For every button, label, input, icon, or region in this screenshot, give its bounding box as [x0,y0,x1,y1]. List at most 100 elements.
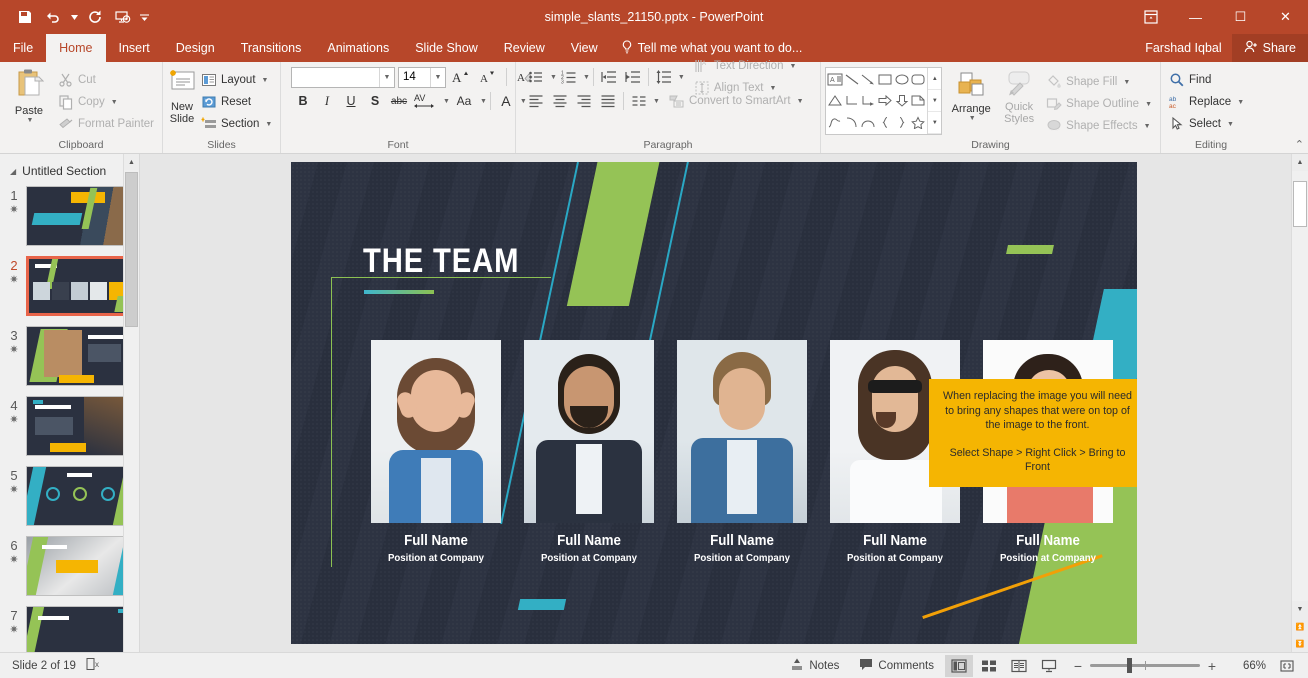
character-spacing-button[interactable]: AV [411,90,441,112]
previous-slide-icon[interactable]: ⏫ [1292,618,1308,635]
section-header[interactable]: ◢ Untitled Section [0,160,139,186]
copy-button[interactable]: Copy ▼ [54,91,158,113]
section-collapse-icon[interactable]: ◢ [10,167,16,176]
tab-home[interactable]: Home [46,34,106,62]
thumbnails-scroll-thumb[interactable] [125,172,138,327]
strikethrough-button[interactable]: abc [387,90,411,112]
shape-rounded-rectangle[interactable] [910,69,927,90]
section-button[interactable]: Section ▼ [197,113,276,135]
shape-effects-dropdown-icon[interactable]: ▼ [1144,123,1151,130]
bullets-dropdown-icon[interactable]: ▼ [550,74,557,81]
align-center-button[interactable] [548,90,572,112]
thumbnail-slide-1[interactable]: 1 ✷ [0,186,139,256]
paste-dropdown-icon[interactable]: ▼ [27,117,34,124]
comments-button[interactable]: Comments [849,655,944,677]
member-photo[interactable] [370,340,501,523]
font-color-button[interactable]: A [494,90,518,112]
zoom-out-button[interactable]: − [1072,658,1084,674]
notes-button[interactable]: Notes [780,655,849,677]
undo-dropdown-icon[interactable] [68,5,80,29]
columns-dropdown-icon[interactable]: ▼ [653,98,660,105]
convert-to-smartart-button[interactable]: Convert to SmartArt ▼ [665,90,808,112]
save-icon[interactable] [12,5,38,29]
shape-fill-button[interactable]: Shape Fill ▼ [1042,71,1156,93]
italic-button[interactable]: I [315,90,339,112]
shape-outline-button[interactable]: Shape Outline ▼ [1042,93,1156,115]
reading-view-button[interactable] [1005,655,1033,677]
slide-show-view-button[interactable] [1035,655,1063,677]
section-dropdown-icon[interactable]: ▼ [265,121,272,128]
shape-left-brace[interactable] [877,112,894,133]
shape-outline-dropdown-icon[interactable]: ▼ [1145,101,1152,108]
format-painter-button[interactable]: Format Painter [54,113,158,135]
tab-animations[interactable]: Animations [314,34,402,62]
replace-button[interactable]: ab ac Replace ▼ [1165,91,1248,113]
text-direction-dropdown-icon[interactable]: ▼ [789,63,796,70]
zoom-level[interactable]: 66% [1226,660,1266,672]
font-size-dropdown-icon[interactable]: ▼ [430,67,445,87]
shape-down-arrow[interactable] [893,90,910,111]
shape-rectangle[interactable] [877,69,894,90]
shape-oval[interactable] [893,69,910,90]
restore-button[interactable]: ☐ [1218,0,1263,34]
new-slide-button[interactable]: New Slide [167,65,197,125]
font-name-input[interactable]: ▼ [291,66,395,88]
bullets-button[interactable] [524,66,548,88]
shape-star[interactable] [910,112,927,133]
thumbnail-slide-3[interactable]: 3 ✷ [0,326,139,396]
start-presentation-icon[interactable] [110,5,136,29]
zoom-handle[interactable] [1127,658,1133,673]
scroll-up-icon[interactable]: ▲ [1292,154,1308,171]
shapes-scroll-up-icon[interactable]: ▲ [928,68,942,90]
shape-effects-button[interactable]: Shape Effects ▼ [1042,115,1156,137]
tab-slide-show[interactable]: Slide Show [402,34,491,62]
slide-counter[interactable]: Slide 2 of 19 [12,660,76,672]
shape-arc[interactable] [844,112,861,133]
redo-icon[interactable] [82,5,108,29]
tab-insert[interactable]: Insert [106,34,163,62]
line-spacing-dropdown-icon[interactable]: ▼ [678,74,685,81]
quick-styles-button[interactable]: Quick Styles [996,67,1042,125]
tab-file[interactable]: File [0,34,46,62]
justify-button[interactable] [596,90,620,112]
scroll-thumb[interactable] [1293,181,1307,227]
collapse-ribbon-icon[interactable]: ⌃ [1295,138,1304,151]
shape-text-box[interactable]: A [827,69,844,90]
scroll-track[interactable] [1292,171,1308,601]
thumbnail-slide-2[interactable]: 2 ✷ [0,256,139,326]
shapes-gallery-scrollbar[interactable]: ▲ ▼ ▼ [927,68,942,134]
tab-view[interactable]: View [558,34,611,62]
underline-button[interactable]: U [339,90,363,112]
increase-indent-button[interactable] [621,66,645,88]
copy-dropdown-icon[interactable]: ▼ [111,99,118,106]
shape-elbow-arrow-connector[interactable] [860,90,877,111]
decrease-font-size-button[interactable]: A [476,66,500,88]
select-dropdown-icon[interactable]: ▼ [1227,121,1234,128]
shape-folded-corner[interactable] [910,90,927,111]
shape-fill-dropdown-icon[interactable]: ▼ [1123,79,1130,86]
reset-button[interactable]: Reset [197,91,276,113]
shape-triangle[interactable] [827,90,844,111]
customize-qat-icon[interactable] [138,5,150,29]
tab-transitions[interactable]: Transitions [228,34,315,62]
shape-curve[interactable] [860,112,877,133]
slide-thumbnails-pane[interactable]: ◢ Untitled Section 1 ✷ 2 ✷ 3 ✷ 4 ✷ 5 ✷ 6… [0,154,140,652]
tab-review[interactable]: Review [491,34,558,62]
paste-button[interactable]: Paste ▼ [4,65,54,124]
numbering-button[interactable]: 123 [557,66,581,88]
normal-view-button[interactable] [945,654,973,677]
next-slide-icon[interactable]: ⏬ [1292,635,1308,652]
zoom-track[interactable] [1090,658,1200,673]
tab-design[interactable]: Design [163,34,228,62]
columns-button[interactable] [627,90,651,112]
layout-dropdown-icon[interactable]: ▼ [262,77,269,84]
numbering-dropdown-icon[interactable]: ▼ [583,74,590,81]
slide-sorter-view-button[interactable] [975,655,1003,677]
close-button[interactable]: ✕ [1263,0,1308,34]
font-size-input[interactable]: 14 ▼ [398,66,446,88]
thumbnail-slide-5[interactable]: 5 ✷ [0,466,139,536]
cut-button[interactable]: Cut [54,69,158,91]
shape-right-brace[interactable] [893,112,910,133]
team-member[interactable]: Full Name Position at Company [676,340,807,564]
shapes-gallery[interactable]: A ▲ ▼ ▼ [825,67,943,135]
